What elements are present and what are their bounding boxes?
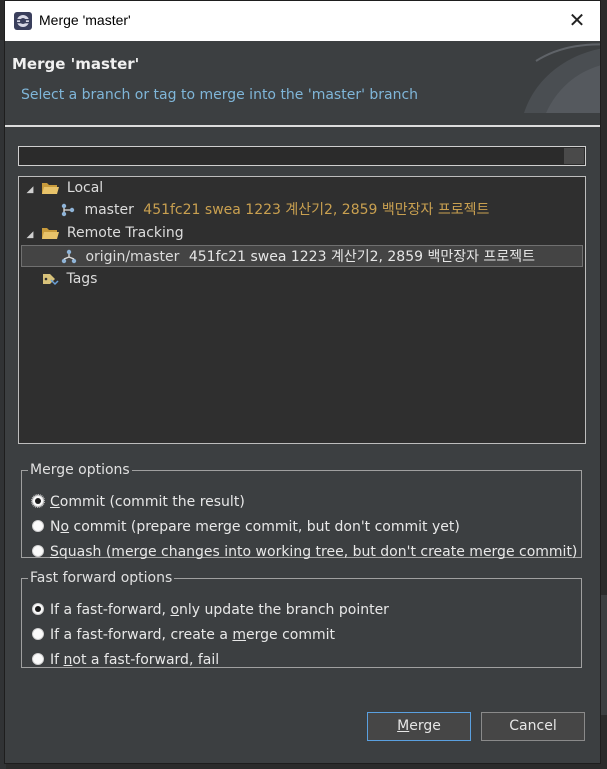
cancel-button[interactable]: Cancel <box>481 712 585 741</box>
radio-button[interactable] <box>32 545 44 557</box>
merge-dialog: Merge 'master' ✕ Merge 'master' Select a… <box>4 0 601 764</box>
merge-option-squash[interactable]: Squash (merge changes into working tree,… <box>32 541 577 563</box>
expand-triangle-icon[interactable]: ◢ <box>23 224 37 246</box>
merge-option-commit[interactable]: Commit (commit the result) <box>31 491 245 513</box>
radio-button[interactable] <box>32 653 44 665</box>
tree-node-origin-master[interactable]: origin/master 451fc21 swea 1223 계산기2, 28… <box>21 245 583 267</box>
merge-option-no-commit[interactable]: No commit (prepare merge commit, but don… <box>32 516 460 538</box>
radio-button[interactable] <box>32 628 44 640</box>
radio-label: Squash (merge changes into working tree,… <box>50 544 578 560</box>
remote-branch-icon <box>61 249 77 264</box>
tree-node-remote-tracking[interactable]: ◢ Remote Tracking <box>23 222 184 244</box>
tree-node-label: Tags <box>66 271 98 287</box>
branch-name: origin/master <box>85 249 180 265</box>
radio-label: If a fast-forward, only update the branc… <box>50 602 389 618</box>
radio-label: If not a fast-forward, fail <box>50 652 220 668</box>
header-title: Merge 'master' <box>12 55 140 73</box>
fast-forward-options-group: Fast forward options If a fast-forward, … <box>21 570 582 668</box>
window-title: Merge 'master' <box>39 12 131 28</box>
radio-label: If a fast-forward, create a merge commit <box>50 627 336 643</box>
merge-options-group: Merge options Commit (commit the result)… <box>21 462 582 560</box>
wizard-header: Merge 'master' Select a branch or tag to… <box>5 41 600 125</box>
eclipse-app-icon <box>14 12 32 30</box>
header-separator <box>5 125 600 127</box>
radio-button[interactable] <box>32 520 44 532</box>
header-subtitle: Select a branch or tag to merge into the… <box>21 87 419 103</box>
title-bar: Merge 'master' ✕ <box>5 1 600 41</box>
close-icon[interactable]: ✕ <box>566 9 588 31</box>
filter-field[interactable] <box>18 146 586 166</box>
ref-tree[interactable]: ◢ Local master 451fc21 swea 1223 계산기2, 2… <box>18 176 586 444</box>
radio-label: Commit (commit the result) <box>50 494 245 510</box>
merge-button[interactable]: Merge <box>367 712 471 741</box>
ff-option-fail[interactable]: If not a fast-forward, fail <box>32 649 219 671</box>
tree-node-label: Local <box>66 180 104 196</box>
radio-label: No commit (prepare merge commit, but don… <box>50 519 460 535</box>
tree-node-tags[interactable]: Tags <box>41 268 97 290</box>
folder-open-icon <box>42 183 60 194</box>
tags-icon <box>43 274 59 286</box>
expand-triangle-icon[interactable]: ◢ <box>23 179 37 201</box>
tree-node-label: Remote Tracking <box>66 225 184 241</box>
radio-button[interactable] <box>32 603 44 615</box>
tree-node-local[interactable]: ◢ Local <box>23 177 104 201</box>
folder-open-icon <box>42 228 60 239</box>
merge-options-legend: Merge options <box>30 462 130 478</box>
branch-icon <box>61 203 75 217</box>
tree-node-local-master[interactable]: master 451fc21 swea 1223 계산기2, 2859 백만장자… <box>59 199 489 221</box>
ff-option-create-merge-commit[interactable]: If a fast-forward, create a merge commit <box>32 624 335 646</box>
radio-button[interactable] <box>31 494 45 508</box>
ff-option-only-update[interactable]: If a fast-forward, only update the branc… <box>32 599 389 621</box>
filter-clear-area <box>564 148 584 164</box>
background-editor-strip-right <box>601 595 607 715</box>
branch-commit: 451fc21 swea 1223 계산기2, 2859 백만장자 프로젝트 <box>143 202 490 218</box>
branch-name: master <box>84 202 134 218</box>
fast-forward-options-legend: Fast forward options <box>30 570 173 586</box>
branch-commit: 451fc21 swea 1223 계산기2, 2859 백만장자 프로젝트 <box>188 249 535 265</box>
filter-input[interactable] <box>20 148 570 164</box>
wizard-banner-icon <box>524 43 600 113</box>
